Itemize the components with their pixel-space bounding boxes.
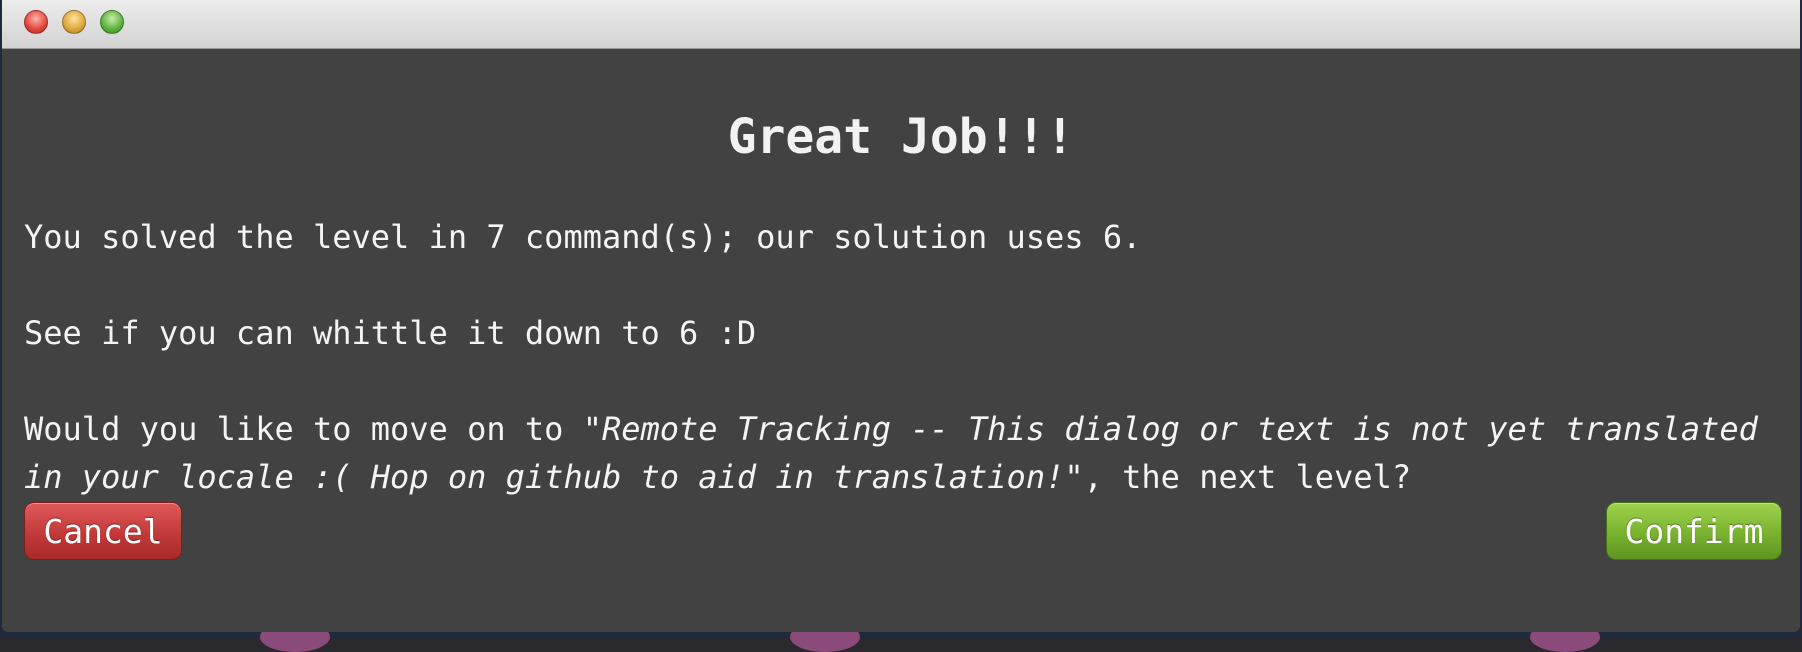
zoom-icon[interactable] [100,10,124,34]
level-complete-dialog-window: Great Job!!! You solved the level in 7 c… [2,0,1800,632]
next-level-prompt: Would you like to move on to "Remote Tra… [24,405,1784,501]
window-titlebar [2,0,1800,49]
dialog-heading: Great Job!!! [727,109,1075,165]
hint-message: See if you can whittle it down to 6 :D [24,314,757,352]
prompt-suffix: ", the next level? [1064,458,1412,496]
confirm-button[interactable]: Confirm [1606,502,1782,560]
minimize-icon[interactable] [62,10,86,34]
result-message: You solved the level in 7 command(s); ou… [24,218,1142,256]
close-icon[interactable] [24,10,48,34]
prompt-prefix: Would you like to move on to " [24,410,602,448]
cancel-button[interactable]: Cancel [24,502,182,560]
